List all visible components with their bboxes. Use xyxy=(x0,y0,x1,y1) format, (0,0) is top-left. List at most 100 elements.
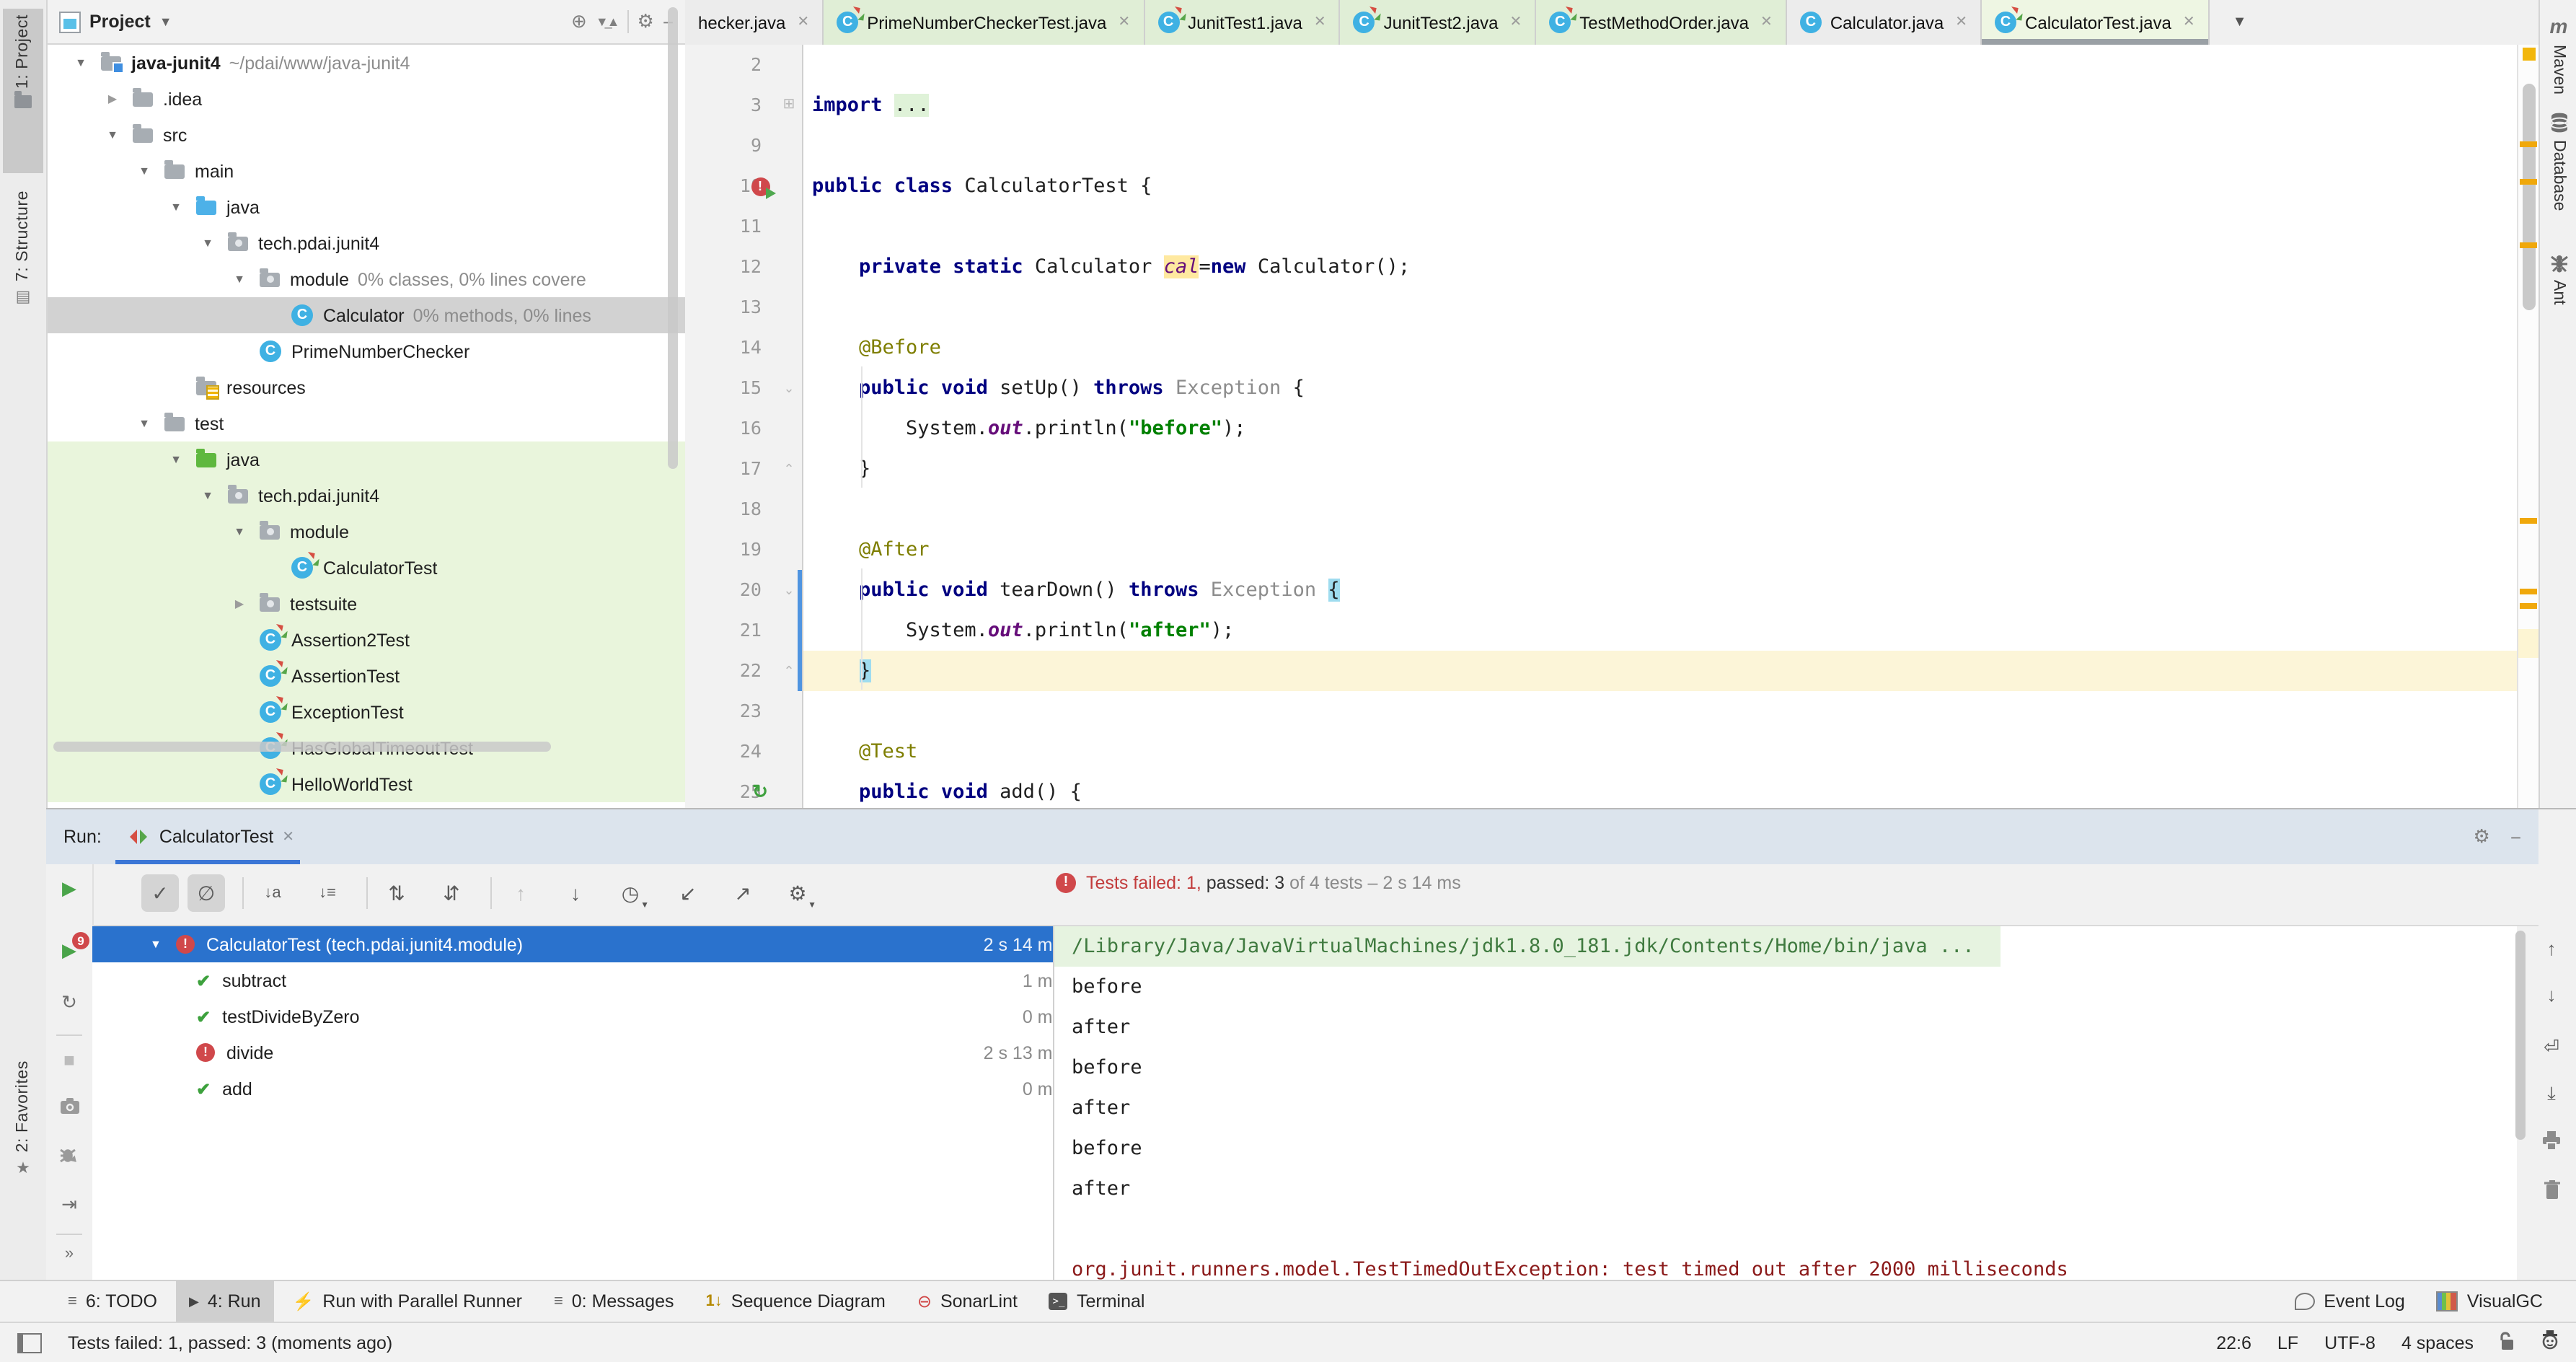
code-line-25[interactable]: public void add() { xyxy=(803,772,2520,808)
toolwindow-button-visualgc[interactable]: VisualGC xyxy=(2424,1280,2556,1322)
code-line-18[interactable] xyxy=(803,489,2520,530)
code-line-12[interactable]: private static Calculator cal=new Calcul… xyxy=(803,247,2520,287)
indent-setting[interactable]: 4 spaces xyxy=(2401,1332,2474,1353)
tree-item-module[interactable]: ▼module 0% classes, 0% lines covere xyxy=(48,261,685,297)
sidebar-item-structure[interactable]: 7: Structure ▤ xyxy=(3,185,43,364)
tree-item-exceptiontest[interactable]: CExceptionTest xyxy=(48,694,685,730)
code-line-2[interactable] xyxy=(803,45,2520,85)
console-scrollbar[interactable] xyxy=(2515,931,2526,1140)
console-line[interactable] xyxy=(1054,1209,2517,1249)
editor-error-stripe[interactable] xyxy=(2517,45,2540,808)
console-line[interactable]: after xyxy=(1054,1007,2517,1047)
expand-arrow-icon[interactable]: ▼ xyxy=(232,525,247,538)
toolwindow-button-sequence-diagram[interactable]: 1↓Sequence Diagram xyxy=(693,1280,899,1322)
run-console[interactable]: /Library/Java/JavaVirtualMachines/jdk1.8… xyxy=(1053,926,2517,1281)
tree-item-resources[interactable]: resources xyxy=(48,369,685,405)
code-line-17[interactable]: } xyxy=(803,449,2520,489)
attach-debugger-icon[interactable] xyxy=(46,1147,92,1170)
hector-inspector-icon[interactable] xyxy=(2541,1330,2559,1355)
collapse-all-icon[interactable]: ⇵ xyxy=(433,874,470,912)
close-icon[interactable]: ✕ xyxy=(1760,14,1773,30)
open-results-icon[interactable]: ⇥ xyxy=(46,1193,92,1216)
rerun-failed-tests-button[interactable]: ▶9 xyxy=(46,939,92,962)
code-editor[interactable]: 23⊞910!1112131415⌄1617⌃181920⌄2122⌃23242… xyxy=(685,45,2538,808)
toolwindow-button-6-todo[interactable]: ≡6: TODO xyxy=(55,1280,170,1322)
editor-tab-primenumbercheckertest-java[interactable]: CPrimeNumberCheckerTest.java✕ xyxy=(824,0,1144,45)
tree-vertical-scrollbar[interactable] xyxy=(668,7,678,469)
expand-arrow-icon[interactable]: ▼ xyxy=(137,164,151,177)
warning-stripe-mark[interactable] xyxy=(2520,589,2537,594)
editor-tab-junittest2-java[interactable]: CJunitTest2.java✕ xyxy=(1341,0,1537,45)
project-panel-title[interactable]: Project xyxy=(89,12,151,32)
tree-item-java-junit4[interactable]: ▼java-junit4 ~/pdai/www/java-junit4 xyxy=(48,45,685,81)
close-icon[interactable]: ✕ xyxy=(1118,14,1130,30)
run-settings-gear-icon[interactable]: ⚙▼ xyxy=(779,874,816,912)
close-icon[interactable]: ✕ xyxy=(282,829,294,845)
editor-tab-junittest1-java[interactable]: CJunitTest1.java✕ xyxy=(1144,0,1341,45)
sidebar-item-maven[interactable]: m Maven xyxy=(2540,14,2576,95)
tree-item-module[interactable]: ▼module xyxy=(48,514,685,550)
next-failed-test-icon[interactable]: ↓ xyxy=(557,874,594,912)
test-row-divide[interactable]: !divide2 s 13 ms xyxy=(92,1034,1096,1071)
tree-item-main[interactable]: ▼main xyxy=(48,153,685,189)
code-line-13[interactable] xyxy=(803,287,2520,328)
tree-item-testsuite[interactable]: ▶testsuite xyxy=(48,586,685,622)
console-line[interactable]: before xyxy=(1054,1047,2517,1088)
test-row-testdividebyzero[interactable]: ✔testDivideByZero0 ms xyxy=(92,998,1096,1034)
console-line[interactable]: after xyxy=(1054,1169,2517,1209)
warning-stripe-mark[interactable] xyxy=(2520,179,2537,185)
more-actions-icon[interactable]: » xyxy=(46,1245,92,1262)
tree-item--idea[interactable]: ▶.idea xyxy=(48,81,685,117)
clear-console-icon[interactable] xyxy=(2527,1180,2576,1203)
tree-item-calculator[interactable]: CCalculator 0% methods, 0% lines xyxy=(48,297,685,333)
expand-arrow-icon[interactable]: ▼ xyxy=(137,417,151,430)
toolwindow-button-terminal[interactable]: >_Terminal xyxy=(1036,1280,1158,1322)
scroll-to-end-icon[interactable]: ⤓ xyxy=(2527,1082,2576,1105)
dump-threads-icon[interactable] xyxy=(46,1098,92,1120)
tree-item-calculatortest[interactable]: CCalculatorTest xyxy=(48,550,685,586)
import-test-results-icon[interactable]: ↙ xyxy=(669,874,707,912)
tree-item-java[interactable]: ▼java xyxy=(48,189,685,225)
rerun-test-icon[interactable]: ↻ xyxy=(749,772,772,808)
hidden-tabs-chevron-icon[interactable]: ▼ xyxy=(2218,0,2262,45)
tree-item-tech-pdai-junit4[interactable]: ▼tech.pdai.junit4 xyxy=(48,478,685,514)
code-line-22[interactable]: } xyxy=(803,651,2520,691)
fold-marker-icon[interactable]: ⌄ xyxy=(780,368,798,408)
tree-item-assertiontest[interactable]: CAssertionTest xyxy=(48,658,685,694)
code-line-23[interactable] xyxy=(803,691,2520,731)
console-line[interactable]: /Library/Java/JavaVirtualMachines/jdk1.8… xyxy=(1054,926,2001,967)
show-passed-toggle[interactable]: ✓ xyxy=(141,874,179,912)
test-row-calculatortest[interactable]: ▼!CalculatorTest (tech.pdai.junit4.modul… xyxy=(92,926,1096,962)
expand-arrow-icon[interactable]: ▼ xyxy=(169,201,183,214)
toolwindow-button-run-with-parallel-runner[interactable]: ⚡Run with Parallel Runner xyxy=(280,1280,535,1322)
lock-icon[interactable] xyxy=(2500,1331,2515,1354)
print-icon[interactable] xyxy=(2527,1131,2576,1154)
toolwindow-toggle-icon[interactable] xyxy=(17,1332,42,1353)
toolwindow-button-0-messages[interactable]: ≡0: Messages xyxy=(541,1280,687,1322)
status-message[interactable]: Tests failed: 1, passed: 3 (moments ago) xyxy=(68,1332,392,1353)
expand-arrow-icon[interactable]: ▼ xyxy=(169,453,183,466)
code-line-15[interactable]: public void setUp() throws Exception { xyxy=(803,368,2520,408)
warning-stripe-mark[interactable] xyxy=(2520,141,2537,147)
sidebar-item-project[interactable]: 1: Project xyxy=(3,9,43,173)
locate-file-icon[interactable]: ⊕ xyxy=(571,10,587,33)
close-icon[interactable]: ✕ xyxy=(1955,14,1967,30)
console-line[interactable]: before xyxy=(1054,967,2517,1007)
code-line-19[interactable]: @After xyxy=(803,530,2520,570)
tree-item-test[interactable]: ▼test xyxy=(48,405,685,441)
code-line-9[interactable] xyxy=(803,126,2520,166)
down-stacktrace-icon[interactable]: ↓ xyxy=(2527,984,2576,1006)
caret-position[interactable]: 22:6 xyxy=(2216,1332,2251,1353)
code-line-11[interactable] xyxy=(803,206,2520,247)
toolwindow-button-sonarlint[interactable]: ⊖SonarLint xyxy=(904,1280,1031,1322)
test-history-icon[interactable]: ◷▼ xyxy=(612,874,649,912)
sidebar-item-database[interactable]: Database xyxy=(2540,113,2576,211)
export-test-results-icon[interactable]: ↗ xyxy=(724,874,762,912)
file-encoding[interactable]: UTF-8 xyxy=(2324,1332,2376,1353)
editor-tab-hecker-java[interactable]: hecker.java✕ xyxy=(685,0,824,45)
code-line-16[interactable]: System.out.println("before"); xyxy=(803,408,2520,449)
editor-scrollbar-thumb[interactable] xyxy=(2522,84,2535,310)
warning-stripe-mark[interactable] xyxy=(2520,242,2537,248)
sort-by-duration-icon[interactable]: ↓≡ xyxy=(309,874,346,912)
toolwindow-button-4-run[interactable]: ▶4: Run xyxy=(176,1280,274,1322)
